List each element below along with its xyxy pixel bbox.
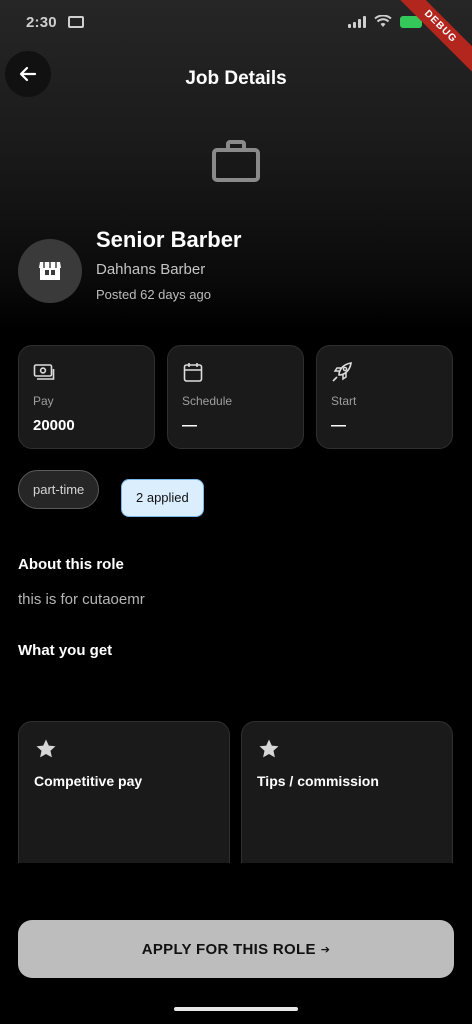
pay-card: Pay 20000 [18,345,155,449]
start-label: Start [331,394,357,408]
rocket-icon [332,362,352,382]
status-bar: 2:30 DEBUG [0,0,472,76]
schedule-label: Schedule [182,394,233,408]
about-text: this is for cutaoemr [18,591,145,608]
benefit-label: Competitive pay [34,773,143,789]
pay-value: 20000 [33,417,75,434]
home-indicator[interactable] [174,1007,298,1011]
benefit-card: Competitive pay [18,721,230,881]
schedule-value: — [182,417,197,434]
wifi-icon [374,15,392,27]
benefit-card: Tips / commission [241,721,453,881]
schedule-card: Schedule — [167,345,304,449]
calendar-icon [183,363,203,382]
benefits-heading: What you get [18,642,113,659]
benefit-label: Tips / commission [257,773,379,789]
page-title: Job Details [185,68,287,89]
job-type-chip: part-time [18,470,100,509]
briefcase-icon [212,140,260,182]
apply-button-label: APPLY FOR THIS ROLE [141,940,316,958]
status-icons [348,15,422,28]
company-name: Dahhans Barber [96,261,206,278]
status-time: 2:30 [26,14,57,31]
start-value: — [331,417,346,434]
star-icon [36,739,56,758]
arrow-right-icon: ➔ [320,943,331,956]
job-title: Senior Barber [96,227,242,252]
pay-label: Pay [33,394,54,408]
star-icon [259,739,279,758]
store-icon [39,262,61,280]
signal-icon [348,15,366,28]
about-heading: About this role [18,556,124,573]
applied-count-badge: 2 applied [121,479,204,517]
apply-button[interactable]: APPLY FOR THIS ROLE ➔ [18,920,454,978]
company-avatar [18,239,82,303]
start-card: Start — [316,345,453,449]
notification-app-icon [68,16,84,28]
cash-icon [33,364,55,380]
posted-date: Posted 62 days ago [96,287,211,302]
